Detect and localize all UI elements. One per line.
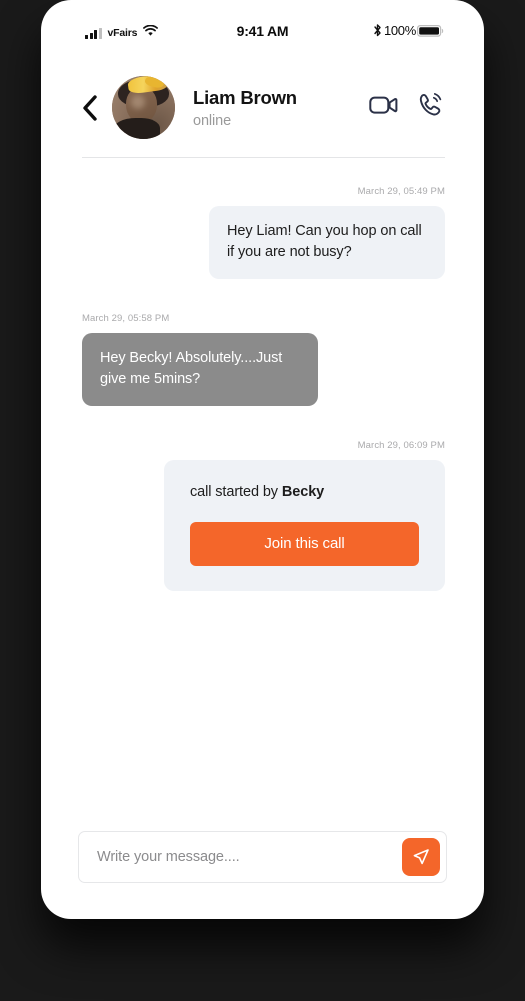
message-row-incoming: March 29, 05:58 PM Hey Becky! Absolutely… [82,313,445,407]
avatar[interactable] [112,76,175,139]
message-composer [78,831,447,883]
message-input[interactable] [97,849,402,865]
message-row-outgoing: March 29, 05:49 PM Hey Liam! Can you hop… [82,186,445,280]
phone-frame: vFairs 9:41 AM 100% Liam Brown online Ma… [41,0,484,919]
call-started-card: call started by Becky Join this call [164,460,445,592]
chat-header: Liam Brown online [41,58,484,157]
call-started-prefix: call started by [190,484,282,501]
contact-name: Liam Brown [193,87,297,109]
call-starter-name: Becky [281,484,325,501]
header-actions [369,92,445,123]
message-bubble[interactable]: Hey Liam! Can you hop on call if you are… [209,206,445,280]
battery-full-icon [417,24,445,38]
battery-percent-label: 100% [383,23,416,38]
status-bar: vFairs 9:41 AM 100% [41,0,484,58]
message-timestamp: March 29, 05:49 PM [357,186,445,197]
contact-status: online [193,112,232,129]
send-paper-plane-icon [413,849,429,865]
message-bubble[interactable]: Hey Becky! Absolutely....Just give me 5m… [82,333,318,407]
call-card-timestamp: March 29, 06:09 PM [357,440,445,452]
phone-call-icon[interactable] [417,92,445,123]
video-camera-icon[interactable] [369,93,399,122]
chevron-left-icon [83,94,97,121]
bluetooth-icon [372,23,383,38]
call-card-row: March 29, 06:09 PM call started by Becky… [82,440,445,592]
status-bar-right: 100% [372,23,445,38]
send-button[interactable] [402,838,440,876]
join-call-button[interactable]: Join this call [190,522,419,567]
contact-info: Liam Brown online [193,86,369,128]
call-started-label: call started by Becky [190,484,419,500]
message-list: March 29, 05:49 PM Hey Liam! Can you hop… [41,158,484,813]
back-button[interactable] [82,94,108,121]
message-timestamp: March 29, 05:58 PM [82,313,170,325]
